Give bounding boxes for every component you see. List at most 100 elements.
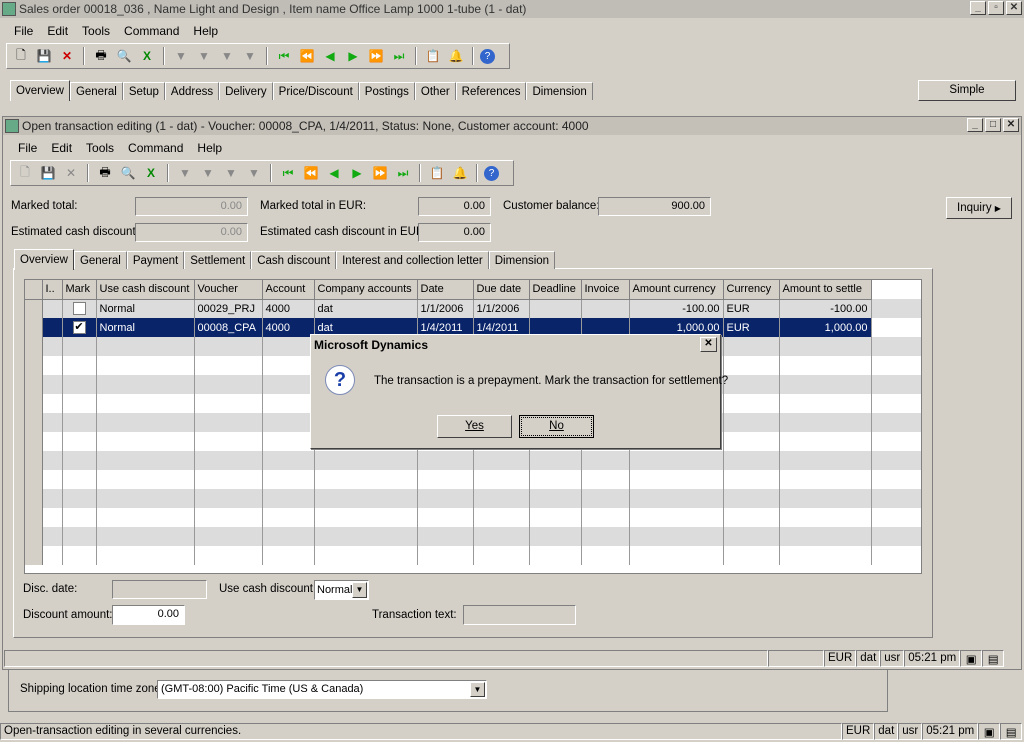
remove-filter-icon[interactable]: ▼ bbox=[240, 46, 260, 66]
print-icon[interactable]: 🖶 bbox=[91, 46, 111, 66]
sales-tab-general[interactable]: General bbox=[69, 82, 123, 100]
menu-command[interactable]: Command bbox=[128, 141, 183, 155]
tab-payment[interactable]: Payment bbox=[126, 251, 185, 269]
new-icon[interactable]: 🗋 bbox=[11, 46, 31, 66]
database-icon[interactable]: ▤ bbox=[1000, 722, 1023, 740]
filter-icon[interactable]: ▼ bbox=[171, 46, 191, 66]
tab-dimension[interactable]: Dimension bbox=[488, 251, 556, 269]
tab-general[interactable]: General bbox=[73, 251, 127, 269]
sales-tab-other[interactable]: Other bbox=[414, 82, 456, 100]
filter-icon[interactable]: ▼ bbox=[175, 163, 195, 183]
help-icon[interactable]: ? bbox=[480, 48, 495, 64]
minimize-icon[interactable]: _ bbox=[967, 118, 983, 132]
col-i[interactable]: I.. bbox=[42, 280, 63, 300]
menu-file[interactable]: File bbox=[18, 141, 37, 155]
document-handling-icon[interactable]: 📋 bbox=[423, 46, 443, 66]
filter-selection-icon[interactable]: ▼ bbox=[194, 46, 214, 66]
col-company-accounts[interactable]: Company accounts bbox=[314, 280, 418, 300]
col-voucher[interactable]: Voucher bbox=[194, 280, 263, 300]
cell-amount-to-settle[interactable]: 1,000.00 bbox=[779, 318, 872, 337]
row-selector[interactable] bbox=[25, 299, 43, 318]
menu-file[interactable]: File bbox=[14, 24, 33, 38]
cell-mark[interactable]: ✔ bbox=[62, 318, 97, 337]
remove-filter-icon[interactable]: ▼ bbox=[244, 163, 264, 183]
chevron-down-icon[interactable]: ▼ bbox=[470, 682, 485, 697]
last-record-icon[interactable]: ⏭ bbox=[393, 163, 413, 183]
cell-use-cash-discount[interactable]: Normal bbox=[96, 318, 195, 337]
col-date[interactable]: Date bbox=[417, 280, 474, 300]
next-page-icon[interactable]: ⏩ bbox=[366, 46, 386, 66]
sales-tab-dimension[interactable]: Dimension bbox=[526, 82, 593, 100]
print-icon[interactable]: 🖶 bbox=[95, 163, 115, 183]
print-preview-icon[interactable]: 🔍 bbox=[114, 46, 134, 66]
shipping-tz-select[interactable]: (GMT-08:00) Pacific Time (US & Canada) ▼ bbox=[157, 680, 487, 699]
tab-cash-discount[interactable]: Cash discount bbox=[251, 251, 337, 269]
menu-edit[interactable]: Edit bbox=[47, 24, 68, 38]
last-record-icon[interactable]: ⏭ bbox=[389, 46, 409, 66]
first-record-icon[interactable]: ⏮ bbox=[278, 163, 298, 183]
close-icon[interactable]: ✕ bbox=[700, 337, 717, 352]
session-icon[interactable]: ▣ bbox=[978, 722, 1001, 740]
database-icon[interactable]: ▤ bbox=[982, 649, 1005, 667]
row-selector[interactable] bbox=[25, 318, 43, 337]
new-icon[interactable]: 🗋 bbox=[15, 163, 35, 183]
menu-edit[interactable]: Edit bbox=[51, 141, 72, 155]
maximize-icon[interactable]: □ bbox=[985, 118, 1001, 132]
col-amount-currency[interactable]: Amount currency bbox=[629, 280, 724, 300]
help-icon[interactable]: ? bbox=[484, 165, 499, 181]
sales-tab-setup[interactable]: Setup bbox=[122, 82, 165, 100]
filter-selection-icon[interactable]: ▼ bbox=[198, 163, 218, 183]
print-preview-icon[interactable]: 🔍 bbox=[118, 163, 138, 183]
first-record-icon[interactable]: ⏮ bbox=[274, 46, 294, 66]
discount-amount-input[interactable]: 0.00 bbox=[112, 605, 185, 625]
chevron-down-icon[interactable]: ▼ bbox=[352, 582, 367, 598]
cell-use-cash-discount[interactable]: Normal bbox=[96, 299, 195, 318]
save-icon[interactable]: 💾 bbox=[34, 46, 54, 66]
col-deadline[interactable]: Deadline bbox=[529, 280, 582, 300]
previous-page-icon[interactable]: ⏪ bbox=[297, 46, 317, 66]
mark-checkbox[interactable] bbox=[72, 302, 86, 316]
close-icon[interactable]: ✕ bbox=[1006, 1, 1022, 15]
table-row[interactable]: Normal 00029_PRJ 4000 dat 1/1/2006 1/1/2… bbox=[25, 299, 921, 318]
tab-interest-collection[interactable]: Interest and collection letter bbox=[336, 251, 489, 269]
document-handling-icon[interactable]: 📋 bbox=[427, 163, 447, 183]
advanced-filter-icon[interactable]: ▼ bbox=[221, 163, 241, 183]
delete-icon[interactable]: ✕ bbox=[61, 163, 81, 183]
sales-tab-delivery[interactable]: Delivery bbox=[219, 82, 273, 100]
alert-icon[interactable]: 🔔 bbox=[446, 46, 466, 66]
yes-button[interactable]: Yes bbox=[437, 415, 512, 438]
excel-icon[interactable]: X bbox=[137, 46, 157, 66]
tab-overview[interactable]: Overview bbox=[14, 249, 74, 270]
excel-icon[interactable]: X bbox=[141, 163, 161, 183]
sales-tab-references[interactable]: References bbox=[455, 82, 527, 100]
sales-tab-address[interactable]: Address bbox=[164, 82, 220, 100]
alert-icon[interactable]: 🔔 bbox=[450, 163, 470, 183]
col-mark[interactable]: Mark bbox=[62, 280, 97, 300]
restore-icon[interactable]: ▫ bbox=[988, 1, 1004, 15]
session-icon[interactable]: ▣ bbox=[960, 649, 983, 667]
no-button[interactable]: No bbox=[519, 415, 594, 438]
next-page-icon[interactable]: ⏩ bbox=[370, 163, 390, 183]
col-currency[interactable]: Currency bbox=[723, 280, 780, 300]
menu-help[interactable]: Help bbox=[197, 141, 222, 155]
save-icon[interactable]: 💾 bbox=[38, 163, 58, 183]
delete-icon[interactable]: ✕ bbox=[57, 46, 77, 66]
tab-settlement[interactable]: Settlement bbox=[184, 251, 252, 269]
cell-amount-to-settle[interactable]: -100.00 bbox=[779, 299, 872, 318]
previous-record-icon[interactable]: ◀ bbox=[320, 46, 340, 66]
menu-tools[interactable]: Tools bbox=[82, 24, 110, 38]
simple-button[interactable]: Simple bbox=[918, 80, 1016, 101]
col-invoice[interactable]: Invoice bbox=[581, 280, 630, 300]
col-due-date[interactable]: Due date bbox=[473, 280, 530, 300]
sales-tab-overview[interactable]: Overview bbox=[10, 80, 70, 101]
previous-page-icon[interactable]: ⏪ bbox=[301, 163, 321, 183]
cell-mark[interactable] bbox=[62, 299, 97, 318]
previous-record-icon[interactable]: ◀ bbox=[324, 163, 344, 183]
minimize-icon[interactable]: _ bbox=[970, 1, 986, 15]
col-use-cash-discount[interactable]: Use cash discount bbox=[96, 280, 195, 300]
next-record-icon[interactable]: ▶ bbox=[347, 163, 367, 183]
col-amount-to-settle[interactable]: Amount to settle bbox=[779, 280, 872, 300]
menu-help[interactable]: Help bbox=[193, 24, 218, 38]
mark-checkbox-checked[interactable]: ✔ bbox=[72, 321, 86, 334]
close-icon[interactable]: ✕ bbox=[1003, 118, 1019, 132]
